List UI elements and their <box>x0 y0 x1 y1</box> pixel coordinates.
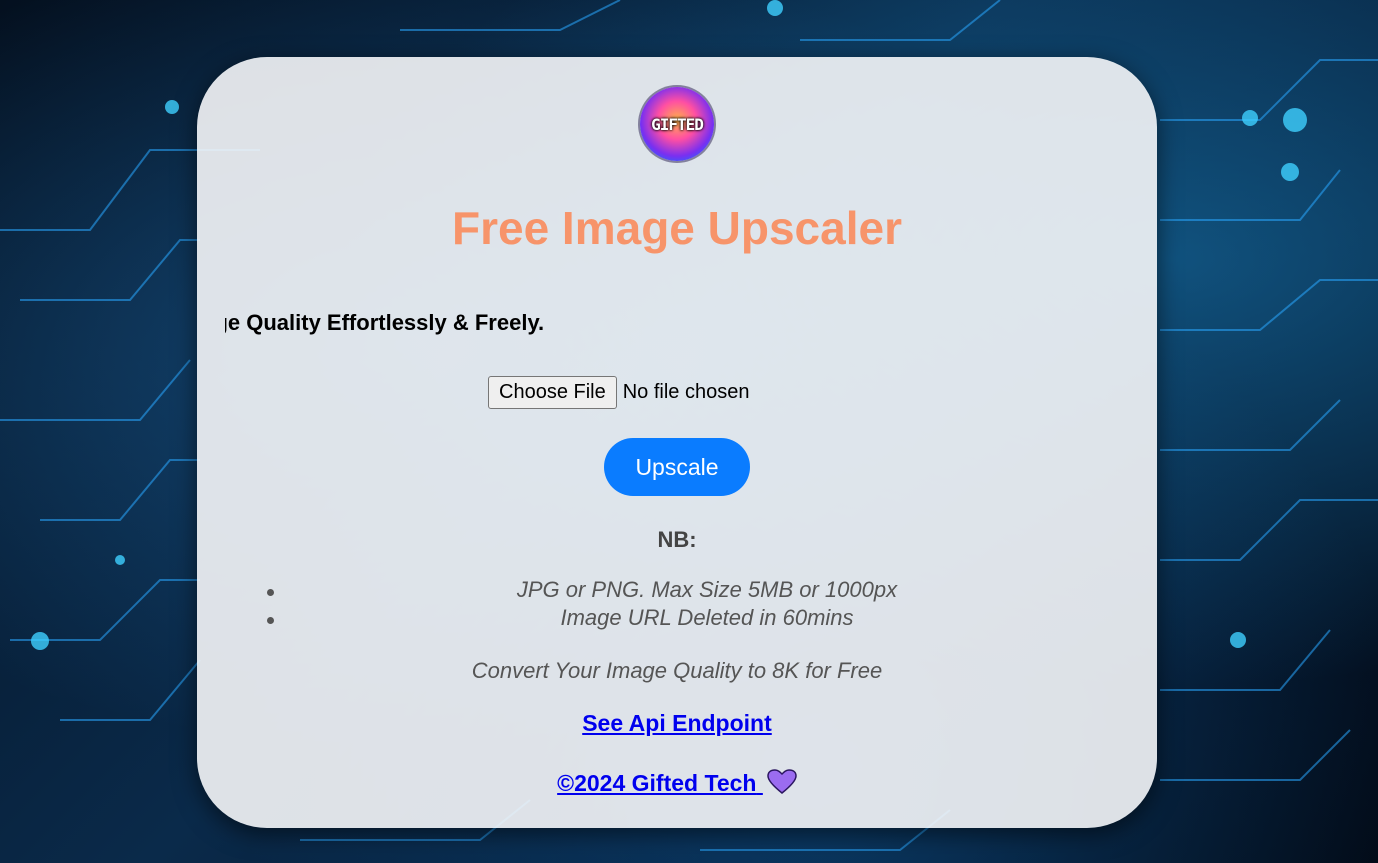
upscale-button[interactable]: Upscale <box>604 438 750 496</box>
footer-credit-link[interactable]: ©2024 Gifted Tech <box>197 769 1157 801</box>
purple-heart-icon <box>767 769 797 801</box>
tagline: Convert Your Image Quality to 8K for Fre… <box>471 658 883 683</box>
file-status-text: No file chosen <box>622 380 750 403</box>
list-item: JPG or PNG. Max Size 5MB or 1000px <box>197 577 1157 605</box>
footer-credit-label[interactable]: ©2024 Gifted Tech <box>557 770 756 796</box>
api-endpoint-link-label[interactable]: See Api Endpoint <box>582 710 772 736</box>
bullet-icon <box>267 617 274 624</box>
gifted-md-logo: GIFTED <box>640 87 714 161</box>
note-text: Image URL Deleted in 60mins <box>560 605 854 630</box>
bullet-icon <box>267 589 274 596</box>
notes-list: JPG or PNG. Max Size 5MB or 1000px Image… <box>197 577 1157 633</box>
page-title: Free Image Upscaler <box>451 202 902 254</box>
upscaler-card: GIFTED Free Image Upscaler our Image Qua… <box>197 57 1157 828</box>
marquee-banner: our Image Quality Effortlessly & Freely. <box>225 310 1157 340</box>
list-item: Image URL Deleted in 60mins <box>197 605 1157 633</box>
file-input[interactable]: Choose File No file chosen <box>488 375 750 409</box>
notes-heading: NB: <box>657 527 697 552</box>
marquee-text: our Image Quality Effortlessly & Freely. <box>225 310 545 335</box>
note-text: JPG or PNG. Max Size 5MB or 1000px <box>516 577 898 602</box>
logo-text: GIFTED <box>651 114 704 134</box>
choose-file-button[interactable]: Choose File <box>488 375 617 409</box>
api-endpoint-link[interactable]: See Api Endpoint <box>197 710 1157 737</box>
